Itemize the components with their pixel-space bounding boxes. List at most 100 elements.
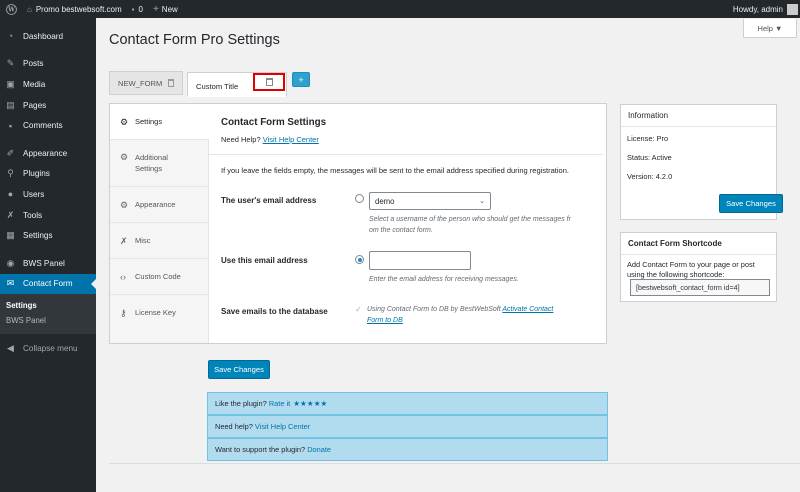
vtab-custom-code[interactable]: ‹› Custom Code: [110, 259, 208, 295]
sidebar-item-label: Appearance: [23, 148, 68, 158]
wrench-icon: ✗: [6, 209, 15, 220]
new-content-link[interactable]: + New: [148, 0, 183, 18]
sidebar-item-label: Dashboard: [23, 31, 64, 41]
chevron-down-icon: ⌄: [479, 198, 485, 205]
rate-text: Like the plugin?: [215, 399, 267, 408]
collapse-menu-button[interactable]: ◀ Collapse menu: [0, 338, 96, 359]
sidebar-item-pages[interactable]: ▤ Pages: [0, 95, 96, 116]
activate-db-link-cont[interactable]: Form to DB: [367, 317, 403, 324]
help-notice: Need help? Visit Help Center: [207, 415, 608, 438]
key-icon: ⚷: [120, 308, 127, 318]
gear-icon: ⚙: [120, 200, 129, 210]
admin-bar: W ⌂ Promo bestwebsoft.com ▪ 0 + New Howd…: [0, 0, 800, 18]
shortcode-box: Contact Form Shortcode Add Contact Form …: [620, 232, 777, 302]
vtab-label: License Key: [135, 308, 176, 317]
vtab-additional-settings[interactable]: ⚙ Additional Settings: [110, 140, 208, 187]
gear-icon: ⚙: [120, 117, 129, 127]
comment-icon: ▪: [131, 4, 135, 14]
sidebar-item-label: Settings: [23, 231, 53, 241]
sidebar-item-media[interactable]: ▣ Media: [0, 74, 96, 95]
vtab-settings[interactable]: ⚙ Settings: [110, 104, 209, 140]
media-icon: ▣: [6, 78, 15, 89]
sidebar-item-settings[interactable]: ▦ Settings: [0, 225, 96, 246]
tab-label: Custom Title: [196, 81, 239, 91]
sidebar-item-label: Media: [23, 79, 46, 89]
settings-panel: ⚙ Settings ⚙ Additional Settings ⚙ Appea…: [109, 103, 607, 344]
help-button[interactable]: Help ▼: [743, 19, 797, 38]
plugin-icon: ⚲: [7, 168, 14, 179]
submenu-item-settings[interactable]: Settings: [0, 298, 96, 313]
sidebar-item-bws-panel[interactable]: ◉ BWS Panel: [0, 253, 96, 274]
shortcode-field[interactable]: [bestwebsoft_contact_form id=4]: [630, 279, 770, 296]
sidebar-item-posts[interactable]: ✎ Posts: [0, 54, 96, 75]
mail-icon: ✉: [6, 278, 15, 289]
sidebar-item-label: Plugins: [23, 169, 50, 179]
sidebar-item-label: Contact Form: [23, 279, 73, 289]
db-text: Using Contact Form to DB by BestWebSoft: [367, 306, 501, 313]
dashboard-icon: ◔: [7, 31, 14, 42]
settings-content: Contact Form Settings Need Help? Visit H…: [209, 104, 606, 343]
my-account-link[interactable]: Howdy, admin: [728, 0, 800, 18]
comments-count: 0: [138, 4, 143, 14]
new-label: New: [161, 4, 178, 14]
svg-text:W: W: [7, 6, 15, 13]
save-db-label: Save emails to the database: [221, 307, 328, 316]
sidebar-item-appearance[interactable]: ✐ Appearance: [0, 143, 96, 164]
shortcode-description: Add Contact Form to your page or post us…: [627, 260, 755, 279]
comments-link[interactable]: ▪ 0: [127, 0, 148, 18]
trash-icon: [265, 78, 273, 86]
sidebar-item-comments[interactable]: ▪ Comments: [0, 115, 96, 136]
info-save-changes-button[interactable]: Save Changes: [719, 194, 783, 213]
rate-it-link[interactable]: Rate it: [269, 399, 290, 408]
activate-db-link[interactable]: Activate Contact: [502, 306, 553, 313]
need-help-line: Need Help? Visit Help Center: [221, 135, 319, 144]
sidebar-item-contact-form[interactable]: ✉ Contact Form: [0, 273, 96, 295]
add-form-button[interactable]: +: [292, 72, 310, 87]
plus-icon: +: [152, 3, 159, 15]
sidebar-item-plugins[interactable]: ⚲ Plugins: [0, 164, 96, 185]
need-help-text: Need Help?: [221, 135, 261, 144]
information-title: Information: [621, 105, 776, 127]
admin-sidebar: ◔ Dashboard ✎ Posts ▣ Media ▤ Pages ▪ Comment…: [0, 18, 96, 492]
sidebar-item-label: Comments: [23, 121, 63, 131]
collapse-arrow-icon: ◀: [7, 342, 14, 353]
wrench-icon: ✗: [120, 236, 128, 246]
divider: [209, 154, 603, 155]
howdy-label: Howdy, admin: [732, 4, 783, 14]
users-email-radio[interactable]: [355, 194, 364, 203]
bws-icon: ◉: [6, 257, 15, 268]
donate-link[interactable]: Donate: [307, 445, 331, 454]
vtab-misc[interactable]: ✗ Misc: [110, 223, 208, 259]
pin-icon: ✎: [6, 58, 15, 69]
brush-icon: ✐: [6, 147, 15, 158]
email-field[interactable]: [369, 251, 471, 270]
save-db-checkbox[interactable]: ✓: [355, 305, 362, 314]
vtab-license-key[interactable]: ⚷ License Key: [110, 295, 208, 331]
avatar: [787, 3, 798, 15]
submenu-item-bws-panel[interactable]: BWS Panel: [0, 313, 96, 328]
site-name-link[interactable]: ⌂ Promo bestwebsoft.com: [22, 0, 127, 18]
wordpress-logo-icon[interactable]: W: [0, 0, 22, 18]
tab-new-form[interactable]: NEW_FORM: [109, 71, 183, 95]
sidebar-item-label: Users: [23, 189, 45, 199]
use-email-radio[interactable]: [355, 255, 364, 264]
license-text: License: Pro: [627, 134, 669, 143]
vtab-label: Additional Settings: [135, 153, 168, 173]
save-changes-button[interactable]: Save Changes: [208, 360, 270, 379]
sidebar-item-tools[interactable]: ✗ Tools: [0, 205, 96, 226]
sidebar-item-users[interactable]: ● Users: [0, 184, 96, 205]
intro-text: If you leave the fields empty, the messa…: [221, 166, 569, 175]
help-center-notice-link[interactable]: Visit Help Center: [255, 422, 310, 431]
trash-icon[interactable]: [168, 79, 174, 87]
settings-icon: ▦: [6, 230, 15, 241]
use-email-label: Use this email address: [221, 256, 308, 265]
star-rating-icon[interactable]: ★★★★★: [293, 399, 327, 408]
help-text: Need help?: [215, 422, 253, 431]
username-select[interactable]: demo ⌄: [369, 192, 491, 210]
vtab-appearance[interactable]: ⚙ Appearance: [110, 187, 208, 223]
highlighted-delete-button[interactable]: [253, 73, 285, 91]
sidebar-item-dashboard[interactable]: ◔ Dashboard: [0, 26, 96, 47]
help-center-link[interactable]: Visit Help Center: [263, 135, 319, 144]
rate-notice: Like the plugin? Rate it ★★★★★: [207, 392, 608, 415]
sidebar-item-label: Tools: [23, 210, 43, 220]
